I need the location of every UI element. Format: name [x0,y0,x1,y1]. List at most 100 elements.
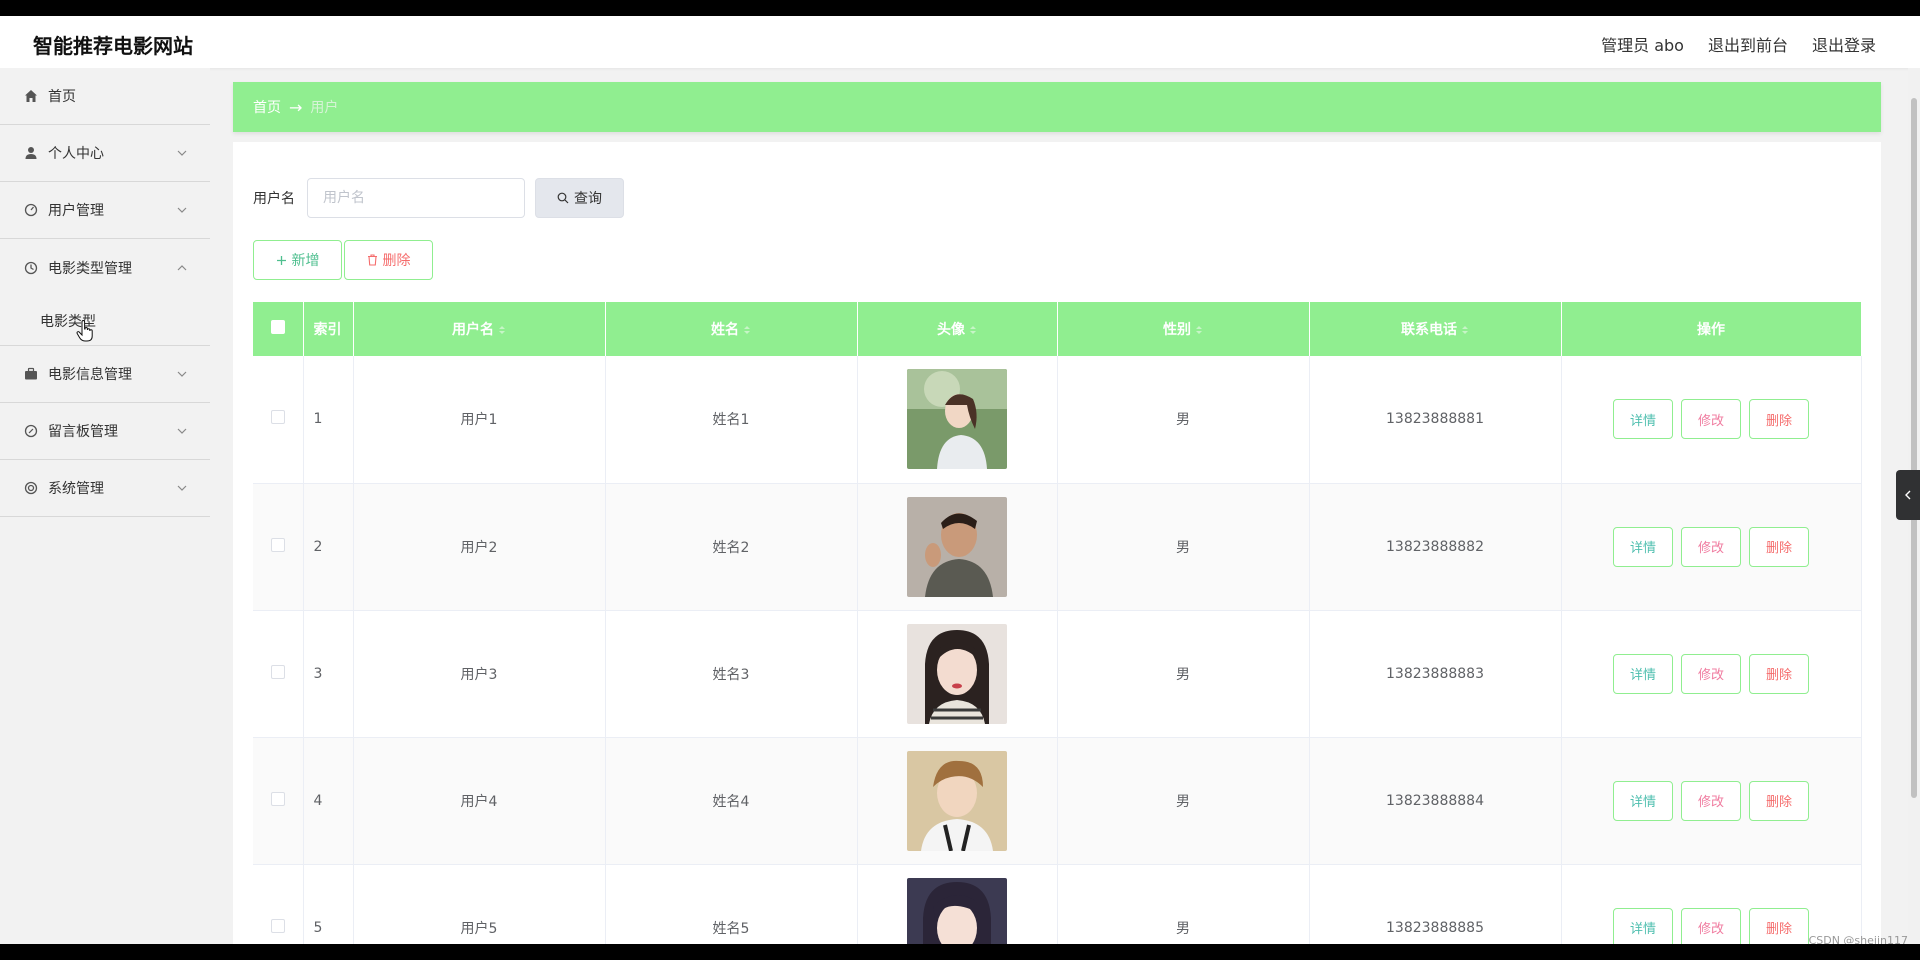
edit-button[interactable]: 修改 [1681,526,1741,567]
sidebar-item-personal-center[interactable]: 个人中心 [0,125,210,182]
main-content: 用户名 查询 新增 删除 [233,142,1881,944]
sidebar-item-movie-type-management[interactable]: 电影类型管理 [0,239,210,296]
chevron-down-icon [177,428,187,434]
avatar[interactable] [907,496,1007,597]
avatar[interactable] [907,750,1007,851]
cell-gender: 男 [1057,737,1310,865]
row-select-cell [253,356,304,484]
delete-button[interactable]: 删除 [1749,653,1809,694]
cell-avatar [857,483,1058,611]
hand-cursor-icon [76,320,93,342]
sidebar-item-user-management[interactable]: 用户管理 [0,182,210,239]
sidebar-item-system-management[interactable]: 系统管理 [0,460,210,517]
cell-gender: 男 [1057,610,1310,738]
cell-gender: 男 [1057,356,1310,484]
chevron-down-icon [177,207,187,213]
add-button[interactable]: 新增 [253,240,342,280]
chevron-down-icon [177,371,187,377]
chevron-down-icon [177,150,187,156]
column-header-username[interactable]: 用户名 [353,302,606,356]
delete-button[interactable]: 删除 [1749,907,1809,944]
row-checkbox[interactable] [270,664,285,679]
sort-icon [744,326,750,334]
breadcrumb-home-link[interactable]: 首页 [253,97,281,117]
select-all-cell [253,302,304,356]
row-checkbox[interactable] [270,791,285,806]
row-checkbox[interactable] [270,918,285,933]
briefcase-icon [22,365,40,383]
cell-name: 姓名3 [605,610,858,738]
edit-button[interactable]: 修改 [1681,653,1741,694]
delete-button[interactable]: 删除 [1749,780,1809,821]
cell-avatar [857,356,1058,484]
detail-button[interactable]: 详情 [1613,653,1673,694]
sidebar-subitem-movie-type[interactable]: 电影类型 [0,296,210,346]
chevron-up-icon [177,264,187,270]
side-panel-toggle[interactable] [1896,470,1920,520]
sidebar-item-movie-info-management[interactable]: 电影信息管理 [0,346,210,403]
site-title: 智能推荐电影网站 [33,34,193,58]
select-all-checkbox[interactable] [270,320,285,334]
search-form: 用户名 查询 [253,178,624,218]
table-row: 2 用户2 姓名2 男 13823888882 详情 修改 删除 [253,483,1862,611]
admin-label: 管理员 abo [1601,36,1684,55]
column-header-phone[interactable]: 联系电话 [1309,302,1562,356]
scrollbar-thumb[interactable] [1911,98,1917,798]
cell-name: 姓名5 [605,864,858,944]
avatar[interactable] [907,623,1007,724]
avatar[interactable] [907,877,1007,944]
add-button-label: 新增 [291,253,320,269]
username-search-input[interactable] [307,178,525,218]
breadcrumb-current: 用户 [310,100,339,116]
column-header-gender[interactable]: 性别 [1057,302,1310,356]
logout-link[interactable]: 退出登录 [1812,32,1876,56]
column-header-avatar[interactable]: 头像 [857,302,1058,356]
back-to-front-link[interactable]: 退出到前台 [1708,32,1788,56]
detail-button[interactable]: 详情 [1613,526,1673,567]
column-header-ops: 操作 [1561,302,1862,356]
cell-index: 2 [303,483,354,611]
batch-delete-button[interactable]: 删除 [344,240,433,280]
row-select-cell [253,483,304,611]
search-label: 用户名 [253,191,295,207]
table-row: 1 用户1 姓名1 男 13823888881 详情 修改 删除 [253,356,1862,484]
sidebar-item-home[interactable]: 首页 [0,68,210,125]
column-header-label: 头像 [937,322,965,338]
avatar[interactable] [907,369,1007,470]
row-select-cell [253,610,304,738]
column-header-name[interactable]: 姓名 [605,302,858,356]
sidebar-item-label: 个人中心 [48,146,104,162]
cell-phone: 13823888883 [1309,610,1562,738]
edit-button[interactable]: 修改 [1681,780,1741,821]
chevron-down-icon [177,485,187,491]
detail-button[interactable]: 详情 [1613,780,1673,821]
row-checkbox[interactable] [270,537,285,552]
delete-button[interactable]: 删除 [1749,526,1809,567]
sidebar-item-label: 留言板管理 [48,424,118,440]
detail-button[interactable]: 详情 [1613,399,1673,440]
cell-phone: 13823888884 [1309,737,1562,865]
row-checkbox[interactable] [270,410,285,425]
cell-avatar [857,610,1058,738]
table-row: 3 用户3 姓名3 男 13823888883 详情 修改 删除 [253,610,1862,738]
cell-avatar [857,864,1058,944]
column-header-index: 索引 [303,302,354,356]
cell-actions: 详情 修改 删除 [1561,356,1862,484]
cell-phone: 13823888881 [1309,356,1562,484]
cell-username: 用户2 [353,483,606,611]
cell-name: 姓名4 [605,737,858,865]
sidebar-item-message-board-management[interactable]: 留言板管理 [0,403,210,460]
cell-username: 用户3 [353,610,606,738]
action-toolbar: 新增 删除 [253,240,433,280]
detail-button[interactable]: 详情 [1613,907,1673,944]
column-header-label: 用户名 [452,322,494,338]
edit-button[interactable]: 修改 [1681,907,1741,944]
delete-button[interactable]: 删除 [1749,399,1809,440]
search-button[interactable]: 查询 [535,178,624,218]
cell-username: 用户1 [353,356,606,484]
trash-icon [367,254,377,266]
plus-icon [276,255,286,265]
cell-gender: 男 [1057,483,1310,611]
row-select-cell [253,864,304,944]
edit-button[interactable]: 修改 [1681,399,1741,440]
